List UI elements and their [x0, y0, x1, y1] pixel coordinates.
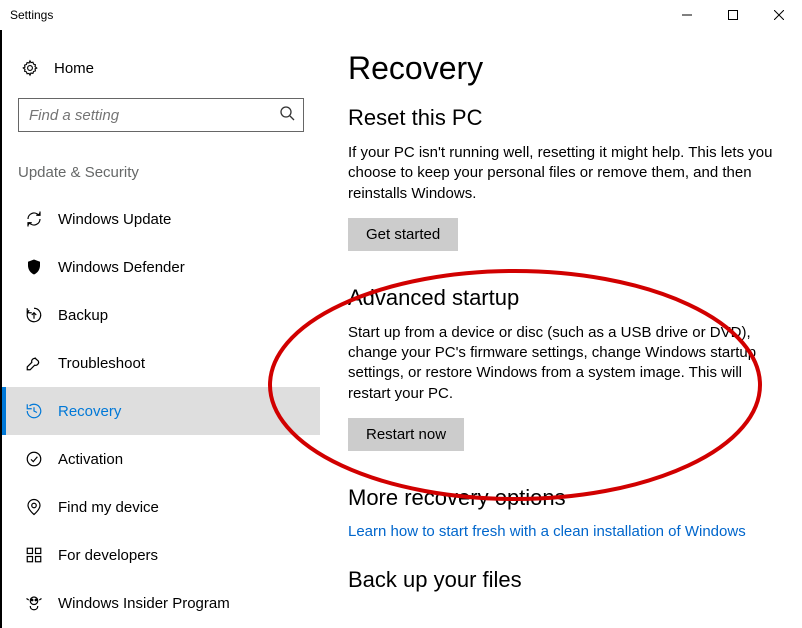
- history-icon: [22, 402, 46, 420]
- more-recovery-section: More recovery options Learn how to start…: [348, 485, 774, 541]
- start-fresh-link[interactable]: Learn how to start fresh with a clean in…: [348, 523, 746, 540]
- sidebar-item-label: Windows Update: [58, 211, 171, 228]
- maximize-button[interactable]: [710, 0, 756, 30]
- sidebar-item-label: Windows Insider Program: [58, 595, 230, 612]
- reset-pc-section: Reset this PC If your PC isn't running w…: [348, 105, 774, 251]
- sidebar-item-backup[interactable]: Backup: [2, 291, 320, 339]
- backup-arrow-icon: [22, 306, 46, 324]
- sidebar-item-activation[interactable]: Activation: [2, 435, 320, 483]
- sidebar-item-label: Recovery: [58, 403, 121, 420]
- sidebar-item-label: Windows Defender: [58, 259, 185, 276]
- backup-files-section: Back up your files: [348, 567, 774, 593]
- maximize-icon: [728, 10, 738, 20]
- titlebar: Settings: [0, 0, 802, 30]
- advanced-startup-section: Advanced startup Start up from a device …: [348, 285, 774, 451]
- sidebar-item-recovery[interactable]: Recovery: [2, 387, 320, 435]
- reset-pc-heading: Reset this PC: [348, 105, 774, 131]
- sidebar-item-label: Find my device: [58, 499, 159, 516]
- sidebar: Home Update & Security Windows Update Wi…: [0, 30, 320, 628]
- restart-now-button[interactable]: Restart now: [348, 418, 464, 451]
- search-input[interactable]: [27, 106, 279, 125]
- close-button[interactable]: [756, 0, 802, 30]
- sync-icon: [22, 210, 46, 228]
- minimize-icon: [682, 10, 692, 20]
- sidebar-item-windows-defender[interactable]: Windows Defender: [2, 243, 320, 291]
- gear-icon: [18, 59, 42, 77]
- more-recovery-heading: More recovery options: [348, 485, 774, 511]
- reset-pc-description: If your PC isn't running well, resetting…: [348, 143, 774, 204]
- advanced-startup-description: Start up from a device or disc (such as …: [348, 323, 774, 404]
- home-label: Home: [54, 60, 94, 77]
- window-title: Settings: [10, 8, 53, 22]
- sidebar-item-label: Backup: [58, 307, 108, 324]
- advanced-startup-heading: Advanced startup: [348, 285, 774, 311]
- search-icon: [279, 105, 295, 126]
- shield-icon: [22, 258, 46, 276]
- home-nav[interactable]: Home: [2, 48, 320, 88]
- minimize-button[interactable]: [664, 0, 710, 30]
- sidebar-item-for-developers[interactable]: For developers: [2, 531, 320, 579]
- sidebar-item-find-my-device[interactable]: Find my device: [2, 483, 320, 531]
- sidebar-item-label: For developers: [58, 547, 158, 564]
- developer-icon: [22, 546, 46, 564]
- sidebar-item-windows-update[interactable]: Windows Update: [2, 195, 320, 243]
- sidebar-item-label: Activation: [58, 451, 123, 468]
- sidebar-item-label: Troubleshoot: [58, 355, 145, 372]
- sidebar-item-windows-insider[interactable]: Windows Insider Program: [2, 579, 320, 627]
- search-box[interactable]: [18, 98, 304, 132]
- wrench-icon: [22, 354, 46, 372]
- page-title: Recovery: [348, 50, 774, 87]
- insider-icon: [22, 594, 46, 612]
- nav-section-header: Update & Security: [2, 134, 320, 195]
- sidebar-item-troubleshoot[interactable]: Troubleshoot: [2, 339, 320, 387]
- window-controls: [664, 0, 802, 30]
- content-pane: Recovery Reset this PC If your PC isn't …: [320, 30, 802, 628]
- check-circle-icon: [22, 450, 46, 468]
- close-icon: [774, 10, 784, 20]
- location-icon: [22, 498, 46, 516]
- get-started-button[interactable]: Get started: [348, 218, 458, 251]
- backup-files-heading: Back up your files: [348, 567, 774, 593]
